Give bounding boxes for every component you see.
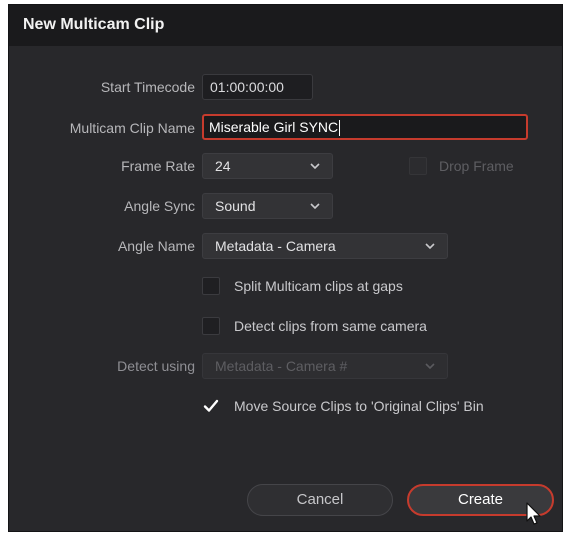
dialog-title: New Multicam Clip xyxy=(23,16,165,33)
start-timecode-label: Start Timecode xyxy=(100,79,195,95)
drop-frame-label: Drop Frame xyxy=(439,158,514,174)
angle-name-value: Metadata - Camera xyxy=(215,238,336,254)
detect-using-value: Metadata - Camera # xyxy=(215,358,348,374)
detect-same-camera-checkbox[interactable] xyxy=(202,317,220,335)
detect-using-label: Detect using xyxy=(117,358,195,374)
text-caret xyxy=(339,120,341,137)
detect-using-select[interactable]: Metadata - Camera # xyxy=(202,353,448,379)
split-gaps-label: Split Multicam clips at gaps xyxy=(234,278,403,294)
angle-name-label: Angle Name xyxy=(117,238,195,254)
start-timecode-input[interactable]: 01:00:00:00 xyxy=(202,74,313,100)
clip-name-input[interactable]: Miserable Girl SYNC xyxy=(202,114,528,140)
chevron-down-icon xyxy=(425,363,435,370)
clip-name-value: Miserable Girl SYNC xyxy=(209,119,339,135)
frame-rate-value: 24 xyxy=(215,158,231,174)
cancel-button[interactable]: Cancel xyxy=(247,484,393,516)
checkmark-icon xyxy=(203,399,219,412)
dialog-titlebar: New Multicam Clip xyxy=(9,5,562,46)
new-multicam-clip-dialog: New Multicam Clip Start Timecode 01:00:0… xyxy=(8,4,563,532)
chevron-down-icon xyxy=(310,163,320,170)
split-gaps-checkbox[interactable] xyxy=(202,277,220,295)
frame-rate-select[interactable]: 24 xyxy=(202,153,333,179)
angle-sync-label: Angle Sync xyxy=(124,198,195,214)
mouse-pointer-icon xyxy=(526,502,541,525)
detect-same-camera-label: Detect clips from same camera xyxy=(234,318,427,334)
angle-sync-value: Sound xyxy=(215,198,256,214)
drop-frame-checkbox[interactable] xyxy=(409,157,427,175)
move-source-checkbox[interactable] xyxy=(202,397,220,415)
angle-name-select[interactable]: Metadata - Camera xyxy=(202,233,448,259)
chevron-down-icon xyxy=(425,243,435,250)
angle-sync-select[interactable]: Sound xyxy=(202,193,333,219)
chevron-down-icon xyxy=(310,203,320,210)
move-source-label: Move Source Clips to 'Original Clips' Bi… xyxy=(234,398,484,414)
clip-name-label: Multicam Clip Name xyxy=(69,120,195,136)
frame-rate-label: Frame Rate xyxy=(121,158,195,174)
